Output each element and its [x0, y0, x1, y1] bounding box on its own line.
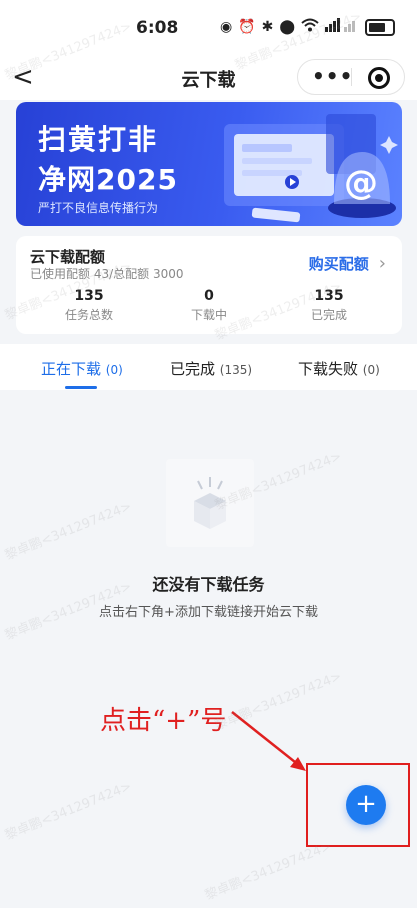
svg-text:@: @ — [344, 163, 378, 203]
more-icon[interactable]: ••• — [312, 66, 353, 86]
eye-icon: ◉ — [219, 19, 233, 35]
tab-failed[interactable]: 下载失败 (0) — [298, 358, 380, 379]
banner-line1: 扫黄打非 — [38, 123, 159, 156]
watermark: 黎卓鹏<341297424> — [2, 499, 134, 564]
add-download-button[interactable]: + — [346, 785, 386, 825]
banner-subtitle: 严打不良信息传播行为 — [38, 201, 159, 215]
bluetooth-icon: ✱ — [261, 19, 274, 35]
buy-quota-button[interactable]: 购买配额 › — [309, 253, 386, 274]
chevron-right-icon: › — [378, 253, 386, 274]
close-target-icon[interactable] — [368, 67, 390, 89]
nav-bar: < 云下载 ••• — [0, 56, 417, 100]
tab-completed-label: 已完成 — [170, 360, 216, 378]
tab-downloading-label: 正在下载 — [41, 360, 102, 378]
banner-illustration: @ — [224, 114, 398, 223]
stat-downloading-value: 0 — [204, 288, 214, 304]
empty-title: 还没有下载任务 — [152, 575, 265, 594]
battery-icon — [365, 18, 395, 36]
stat-total-label: 任务总数 — [64, 308, 113, 322]
banner-line2: 净网2025 — [38, 163, 178, 196]
watermark: 黎卓鹏<341297424> — [212, 669, 344, 734]
active-tab-indicator — [65, 386, 97, 389]
tab-failed-label: 下载失败 — [298, 360, 359, 378]
capsule-divider — [351, 68, 352, 86]
watermark: 黎卓鹏<341297424> — [202, 839, 334, 904]
mini-program-capsule: ••• — [297, 59, 405, 95]
quota-title: 云下载配额 — [30, 248, 106, 266]
status-time: 6:08 — [136, 18, 179, 38]
tab-completed-count: (135) — [219, 363, 253, 377]
alarm-icon: ⏰ — [238, 19, 256, 35]
watermark: 黎卓鹏<341297424> — [2, 779, 134, 844]
promo-banner[interactable]: 扫黄打非 净网2025 严打不良信息传播行为 @ — [16, 102, 402, 226]
tab-downloading[interactable]: 正在下载 (0) — [41, 358, 123, 379]
tab-downloading-count: (0) — [105, 363, 123, 377]
annotation-label: 点击“+”号 — [100, 706, 227, 736]
tab-failed-count: (0) — [362, 363, 380, 377]
tab-completed[interactable]: 已完成 (135) — [170, 358, 252, 379]
buy-quota-label: 购买配额 — [308, 255, 369, 273]
download-tabs: 正在下载 (0) 已完成 (135) 下载失败 (0) — [0, 344, 417, 390]
